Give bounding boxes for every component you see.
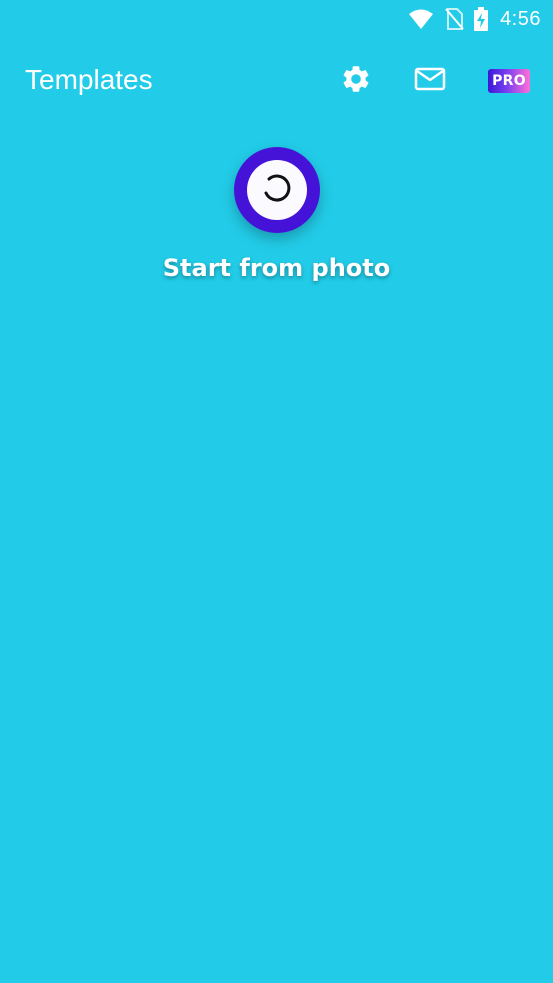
mail-button[interactable]: [412, 65, 448, 97]
start-from-photo-label: Start from photo: [162, 254, 391, 282]
status-bar: 4:56: [0, 0, 553, 38]
app-bar: Templates PRO: [0, 52, 553, 110]
status-icons: 4:56: [408, 6, 541, 32]
loading-spinner-icon: [260, 171, 294, 210]
battery-charging-icon: [474, 7, 489, 31]
wifi-icon: [408, 8, 434, 30]
start-from-photo-button[interactable]: [233, 147, 320, 233]
page-title: Templates: [25, 64, 153, 95]
start-button-inner: [246, 160, 307, 220]
pro-badge: PRO: [488, 69, 530, 93]
mail-icon: [414, 66, 446, 97]
gear-icon: [340, 63, 372, 100]
no-sim-icon: [444, 7, 464, 31]
pro-button[interactable]: PRO: [486, 65, 532, 97]
status-time: 4:56: [500, 7, 541, 30]
start-from-photo: Start from photo: [0, 147, 553, 282]
settings-button[interactable]: [338, 65, 374, 97]
